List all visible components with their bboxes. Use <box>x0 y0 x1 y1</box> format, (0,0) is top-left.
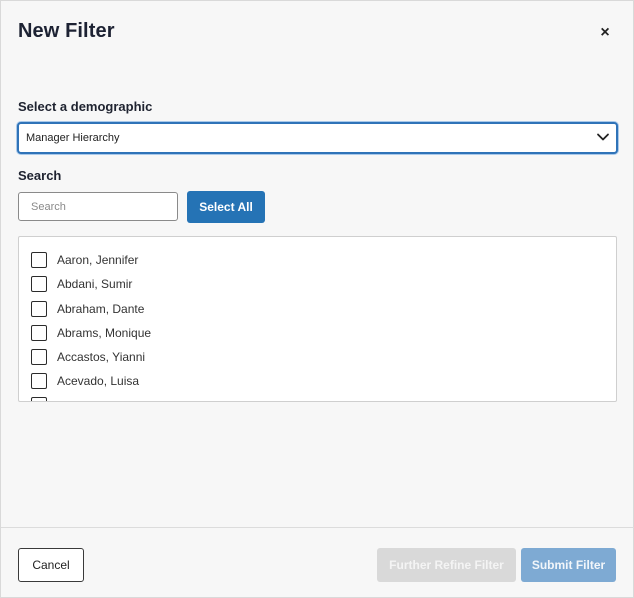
demographic-selected-value: Manager Hierarchy <box>26 132 120 144</box>
list-item[interactable]: Abdani, Sumir <box>31 275 132 293</box>
list-item-label: Aaron, Jennifer <box>57 253 139 267</box>
checkbox[interactable] <box>31 276 47 292</box>
list-item-partial[interactable] <box>31 396 47 401</box>
list-item[interactable]: Accastos, Yianni <box>31 348 145 366</box>
submit-filter-button[interactable]: Submit Filter <box>521 548 616 582</box>
select-all-button[interactable]: Select All <box>187 191 265 223</box>
demographic-value-list[interactable]: Aaron, Jennifer Abdani, Sumir Abraham, D… <box>18 236 617 402</box>
list-item[interactable]: Aaron, Jennifer <box>31 251 138 269</box>
list-item-label: Abdani, Sumir <box>57 277 133 291</box>
search-label: Search <box>18 168 62 183</box>
dialog-title: New Filter <box>18 20 115 42</box>
checkbox[interactable] <box>31 349 47 365</box>
list-item-label: Acevado, Luisa <box>57 374 140 388</box>
list-item[interactable]: Abraham, Dante <box>31 300 144 318</box>
new-filter-dialog: New Filter × Select a demographic Manage… <box>0 0 634 598</box>
demographic-select[interactable]: Manager Hierarchy <box>17 122 618 154</box>
list-item[interactable]: Abrams, Monique <box>31 324 151 342</box>
cancel-button[interactable]: Cancel <box>18 548 84 582</box>
list-item-label: Accastos, Yianni <box>57 350 146 364</box>
further-refine-filter-button[interactable]: Further Refine Filter <box>377 548 516 582</box>
list-item-label: Abrams, Monique <box>57 326 152 340</box>
checkbox[interactable] <box>31 373 47 389</box>
list-item-label: Abraham, Dante <box>57 302 145 316</box>
demographic-label: Select a demographic <box>18 99 153 114</box>
chevron-down-icon <box>597 133 609 141</box>
checkbox[interactable] <box>31 397 47 401</box>
close-icon[interactable]: × <box>595 23 615 43</box>
list-item[interactable]: Acevado, Luisa <box>31 372 139 390</box>
search-input[interactable] <box>18 192 178 221</box>
checkbox[interactable] <box>31 301 47 317</box>
checkbox[interactable] <box>31 325 47 341</box>
checkbox[interactable] <box>31 252 47 268</box>
footer-divider <box>1 527 634 528</box>
